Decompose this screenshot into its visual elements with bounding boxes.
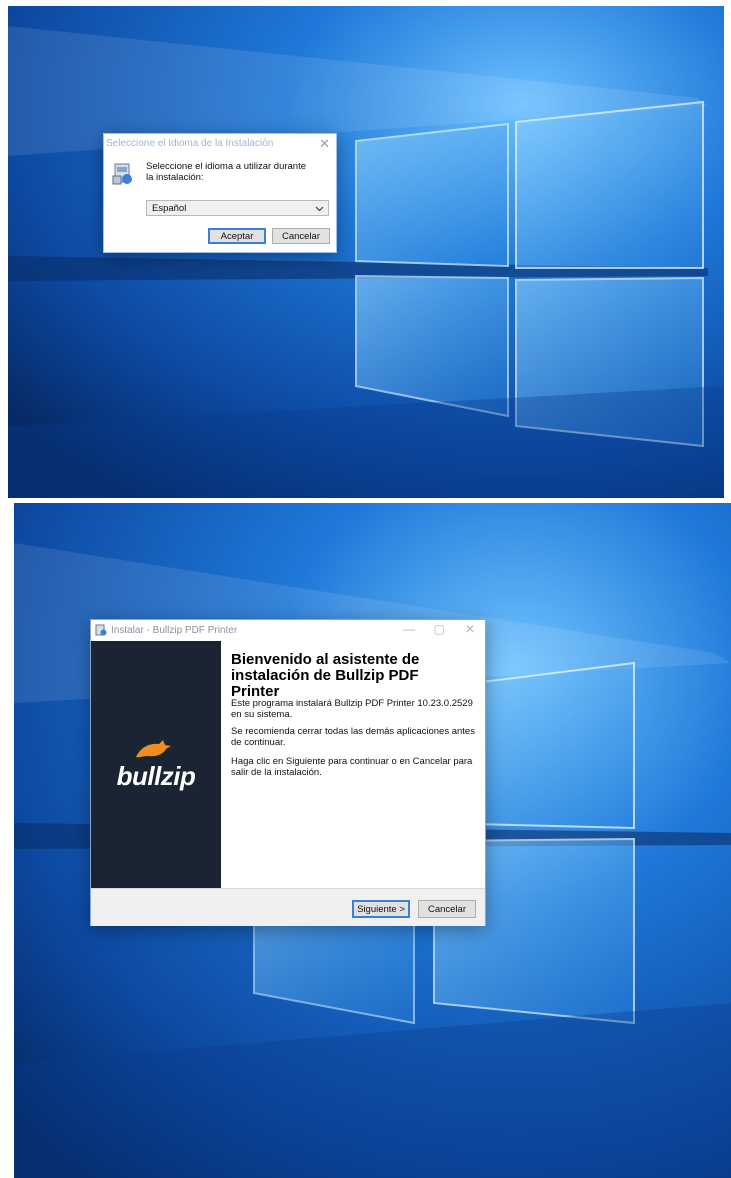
installer-title: Instalar - Bullzip PDF Printer [111,624,238,636]
minimize-icon[interactable]: — [403,622,415,636]
language-dialog-message: Seleccione el idioma a utilizar durante … [146,161,307,183]
bull-logo-icon [136,740,171,758]
cancel-button[interactable]: Cancelar [272,228,330,244]
close-icon[interactable]: ✕ [465,622,475,636]
installer-sidebar: bullzip [91,641,221,888]
installer-heading: Bienvenido al asistente de instalación d… [231,651,420,700]
language-dialog: Seleccione el Idioma de la Instalación ✕… [103,133,337,253]
installer-icon [95,624,107,636]
close-icon[interactable]: ✕ [319,136,330,152]
desktop-screenshot-language: Seleccione el Idioma de la Instalación ✕… [8,6,724,498]
accept-button[interactable]: Aceptar [208,228,266,244]
maximize-icon[interactable]: ▢ [434,622,445,636]
language-select-value: Español [152,202,187,214]
language-dialog-titlebar: Seleccione el Idioma de la Instalación [104,134,336,152]
installer-paragraph-3: Haga clic en Siguiente para continuar o … [231,756,473,778]
language-select[interactable]: Español [146,200,329,216]
installer-window: Instalar - Bullzip PDF Printer — ▢ ✕ bul… [90,619,486,926]
installer-icon [112,163,132,185]
language-dialog-title: Seleccione el Idioma de la Instalación [106,137,274,149]
desktop-screenshot-installer: Instalar - Bullzip PDF Printer — ▢ ✕ bul… [14,503,731,1178]
installer-paragraph-1: Este programa instalará Bullzip PDF Prin… [231,698,473,720]
chevron-down-icon [315,206,324,212]
installer-paragraph-2: Se recomienda cerrar todas las demás apl… [231,726,475,748]
bullzip-brand: bullzip [116,761,196,791]
next-button[interactable]: Siguiente > [352,900,410,918]
installer-titlebar: Instalar - Bullzip PDF Printer [91,620,485,640]
cancel-button[interactable]: Cancelar [418,900,476,918]
